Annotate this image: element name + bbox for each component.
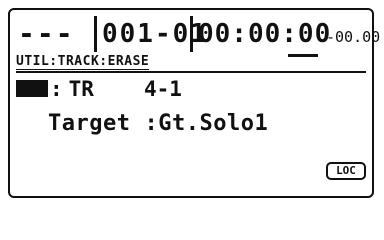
breadcrumb-text: UTIL:TRACK:ERASE (16, 54, 150, 70)
time-display: 00:00:00 (198, 19, 332, 49)
track-colon: : (50, 77, 63, 101)
target-colon: : (144, 111, 159, 136)
status-bar: --- 001-01 00:00:00 -00.00 (16, 16, 380, 57)
track-value[interactable]: 4-1 (144, 77, 182, 101)
target-row[interactable]: Target:Gt.Solo1 (48, 110, 268, 138)
breadcrumb: UTIL:TRACK:ERASE (16, 54, 366, 73)
lcd-screen: --- 001-01 00:00:00 -00.00 UTIL:TRACK:ER… (8, 8, 380, 198)
subframe-display: -00.00 (326, 28, 381, 46)
loc-button[interactable]: LOC (326, 162, 366, 180)
selection-cursor (16, 80, 48, 97)
divider (94, 16, 97, 52)
divider (190, 16, 193, 52)
mode-display: --- (18, 17, 75, 50)
track-row[interactable]: : TR 4-1 (16, 76, 356, 102)
target-value[interactable]: Gt.Solo1 (158, 111, 268, 136)
track-label: TR (68, 77, 94, 101)
target-label: Target (48, 111, 131, 136)
